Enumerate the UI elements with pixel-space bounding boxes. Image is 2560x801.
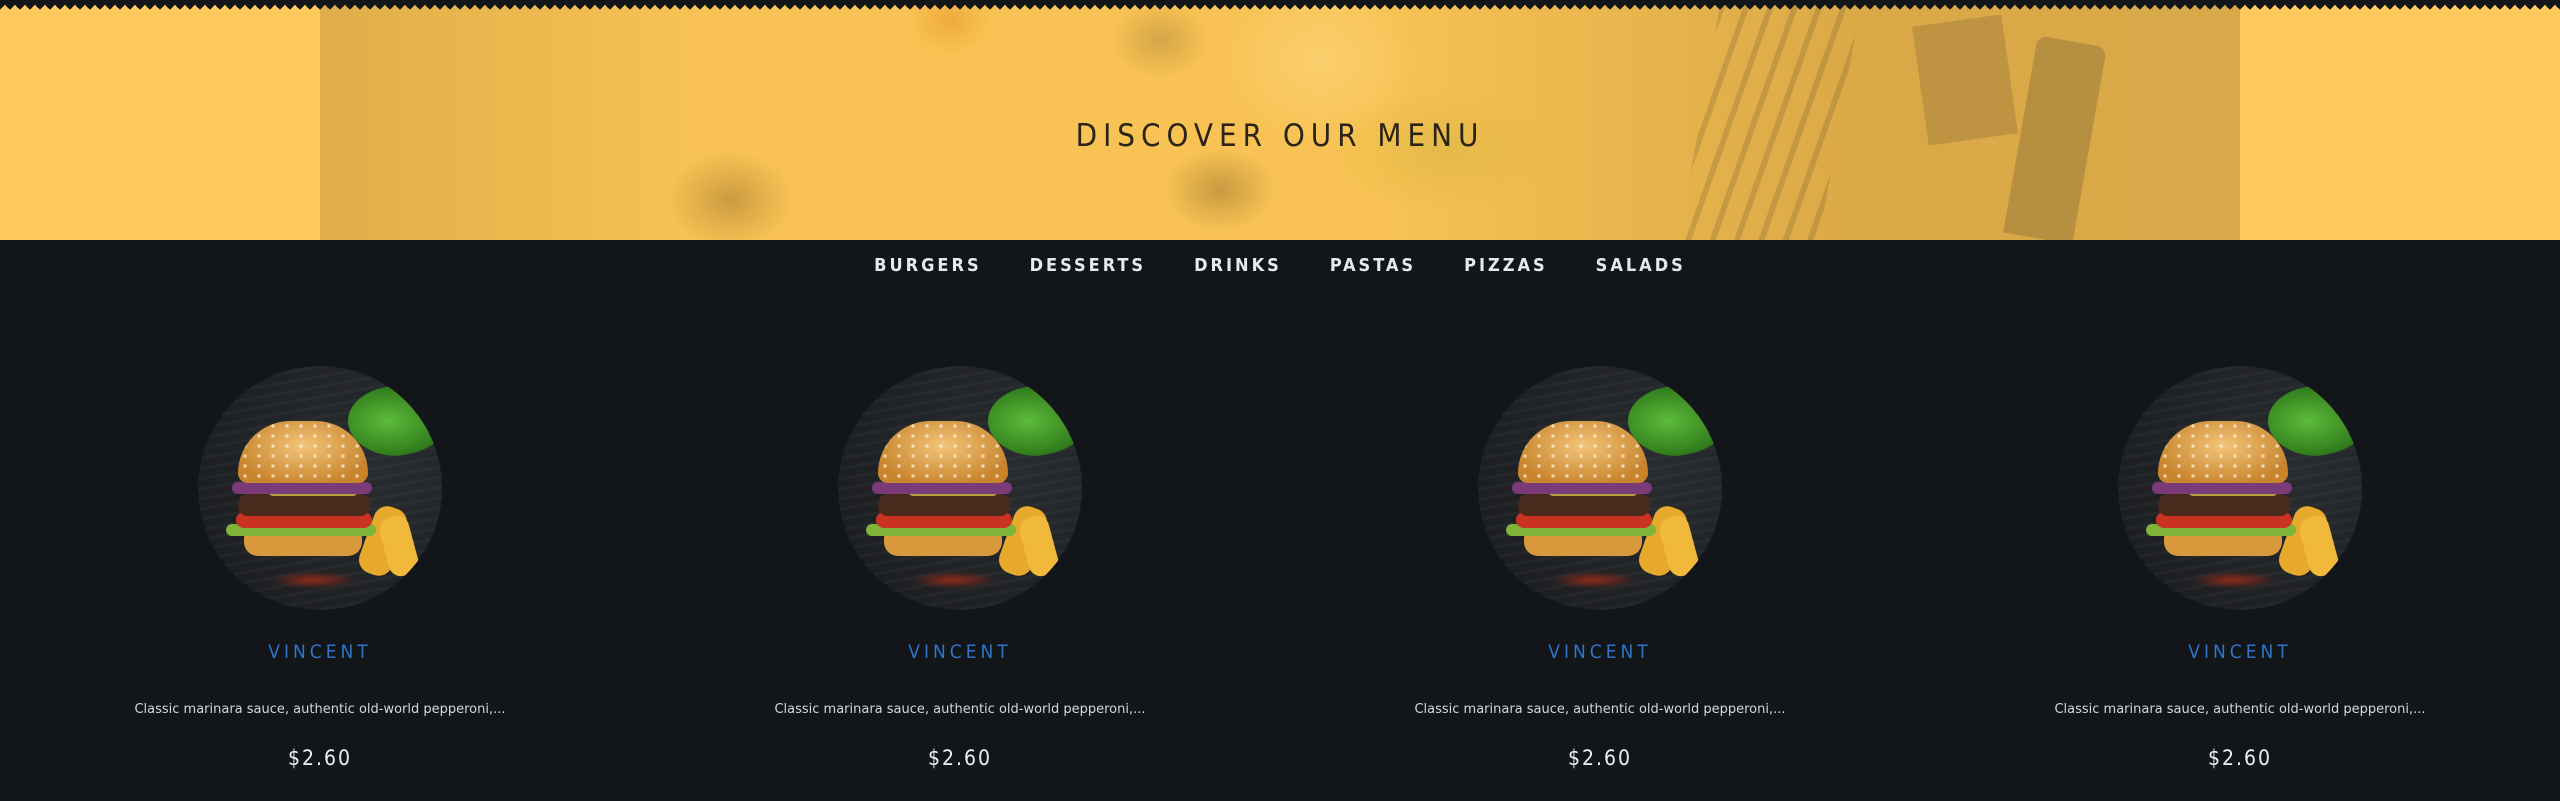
onion-layer — [232, 482, 372, 494]
menu-category-tabs: BURGERS DESSERTS DRINKS PASTAS PIZZAS SA… — [0, 254, 2560, 284]
menu-item-description: Classic marinara sauce, authentic old-wo… — [134, 702, 506, 717]
menu-item-description: Classic marinara sauce, authentic old-wo… — [774, 702, 1146, 717]
sauce-drops — [1548, 571, 1638, 589]
patty-layer — [878, 494, 1010, 516]
burger-photo-icon[interactable] — [1478, 366, 1722, 610]
menu-item-price: $2.60 — [287, 746, 353, 770]
menu-item-price: $2.60 — [1567, 746, 1633, 770]
tab-salads[interactable]: SALADS — [1572, 254, 1710, 284]
menu-item-price: $2.60 — [2207, 746, 2273, 770]
onion-layer — [872, 482, 1012, 494]
patty-layer — [1518, 494, 1650, 516]
menu-items-grid: VINCENT Classic marinara sauce, authenti… — [0, 366, 2560, 786]
tab-pizzas[interactable]: PIZZAS — [1440, 254, 1572, 284]
sauce-drops — [908, 571, 998, 589]
tab-drinks[interactable]: DRINKS — [1170, 254, 1306, 284]
basil-leaf — [1628, 386, 1722, 456]
menu-item-name[interactable]: VINCENT — [1920, 641, 2560, 663]
patty-layer — [238, 494, 370, 516]
page-title: DISCOVER OUR MENU — [1075, 118, 1485, 154]
onion-layer — [2152, 482, 2292, 494]
burger-photo-icon[interactable] — [198, 366, 442, 610]
menu-item-price: $2.60 — [927, 746, 993, 770]
sauce-drops — [2188, 571, 2278, 589]
menu-item-name[interactable]: VINCENT — [0, 641, 640, 663]
tab-pastas[interactable]: PASTAS — [1306, 254, 1440, 284]
basil-leaf — [2268, 386, 2362, 456]
menu-item-name[interactable]: VINCENT — [640, 641, 1280, 663]
basil-leaf — [348, 386, 442, 456]
zigzag-border — [0, 0, 2560, 10]
patty-layer — [2158, 494, 2290, 516]
tab-desserts[interactable]: DESSERTS — [1006, 254, 1170, 284]
menu-item-name[interactable]: VINCENT — [1280, 641, 1920, 663]
tab-burgers[interactable]: BURGERS — [850, 254, 1005, 284]
basil-leaf — [988, 386, 1082, 456]
sauce-drops — [268, 571, 358, 589]
menu-item-description: Classic marinara sauce, authentic old-wo… — [2054, 702, 2426, 717]
onion-layer — [1512, 482, 1652, 494]
menu-item-description: Classic marinara sauce, authentic old-wo… — [1414, 702, 1786, 717]
burger-photo-icon[interactable] — [838, 366, 1082, 610]
burger-photo-icon[interactable] — [2118, 366, 2362, 610]
menu-hero-banner: DISCOVER OUR MENU — [0, 0, 2560, 240]
